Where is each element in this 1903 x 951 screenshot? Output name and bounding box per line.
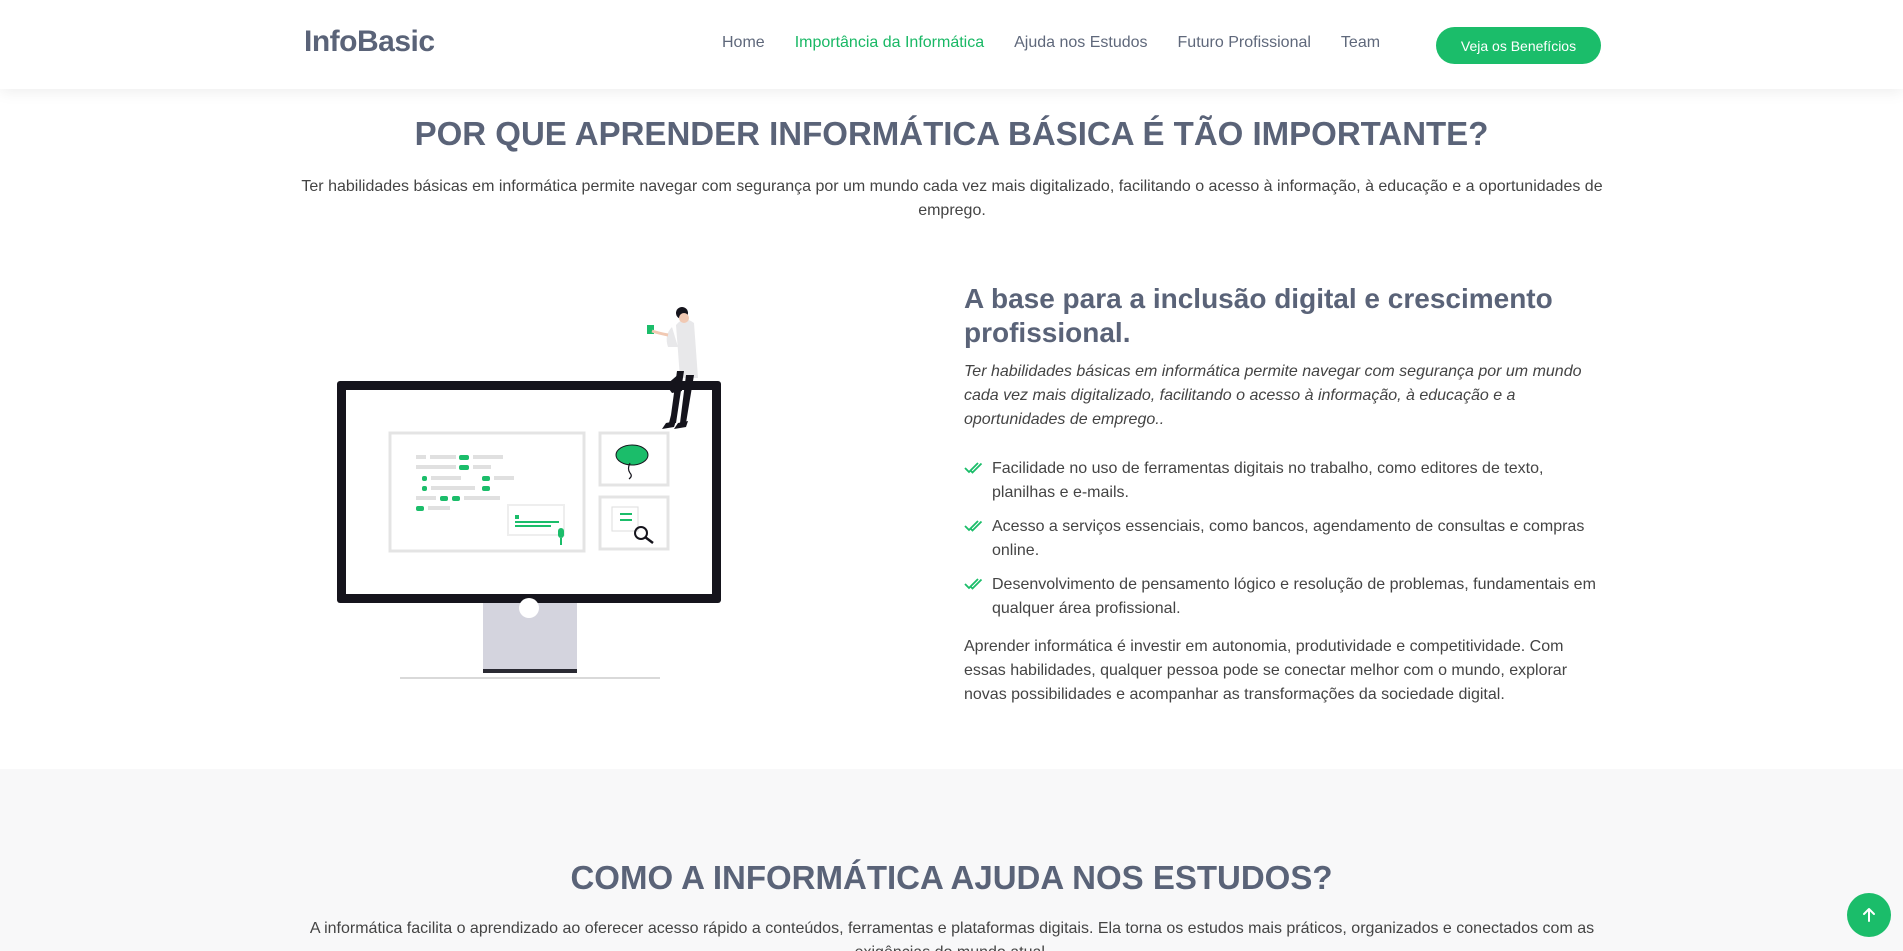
section-title: POR QUE APRENDER INFORMÁTICA BÁSICA É TÃ… [414,115,1489,152]
importance-content: A base para a inclusão digital e crescim… [964,282,1604,707]
site-logo[interactable]: InfoBasic [304,25,435,59]
studies-section-title: COMO A INFORMÁTICA AJUDA NOS ESTUDOS? [570,859,1333,896]
list-item-text: Desenvolvimento de pensamento lógico e r… [992,576,1596,617]
nav-home[interactable]: Home [722,34,765,52]
benefits-list: Facilidade no uso de ferramentas digitai… [964,457,1604,621]
nav-importancia[interactable]: Importância da Informática [795,34,984,52]
nav-team[interactable]: Team [1341,34,1380,52]
studies-section-subtitle: A informática facilita o aprendizado ao … [309,920,1595,951]
site-header: InfoBasic Home Importância da Informátic… [0,0,1903,89]
list-item-text: Acesso a serviços essenciais, como banco… [992,518,1585,559]
nav-ajuda-estudos[interactable]: Ajuda nos Estudos [1014,34,1147,52]
back-to-top-button[interactable] [1847,893,1891,937]
main-nav: Home Importância da Informática Ajuda no… [722,34,1410,52]
double-check-icon [964,462,983,474]
double-check-icon [964,578,983,590]
double-check-icon [964,520,983,532]
content-heading: A base para a inclusão digital e crescim… [964,283,1553,348]
computer-illustration [330,305,730,685]
list-item: Desenvolvimento de pensamento lógico e r… [964,573,1604,621]
benefits-button[interactable]: Veja os Benefícios [1436,27,1601,64]
section-subtitle: Ter habilidades básicas em informática p… [301,178,1603,219]
content-closing: Aprender informática é investir em auton… [964,638,1568,703]
list-item: Facilidade no uso de ferramentas digitai… [964,457,1604,505]
arrow-up-icon [1863,908,1875,922]
content-lead: Ter habilidades básicas em informática p… [964,363,1582,428]
list-item: Acesso a serviços essenciais, como banco… [964,515,1604,563]
nav-futuro-profissional[interactable]: Futuro Profissional [1178,34,1311,52]
list-item-text: Facilidade no uso de ferramentas digitai… [992,460,1544,501]
